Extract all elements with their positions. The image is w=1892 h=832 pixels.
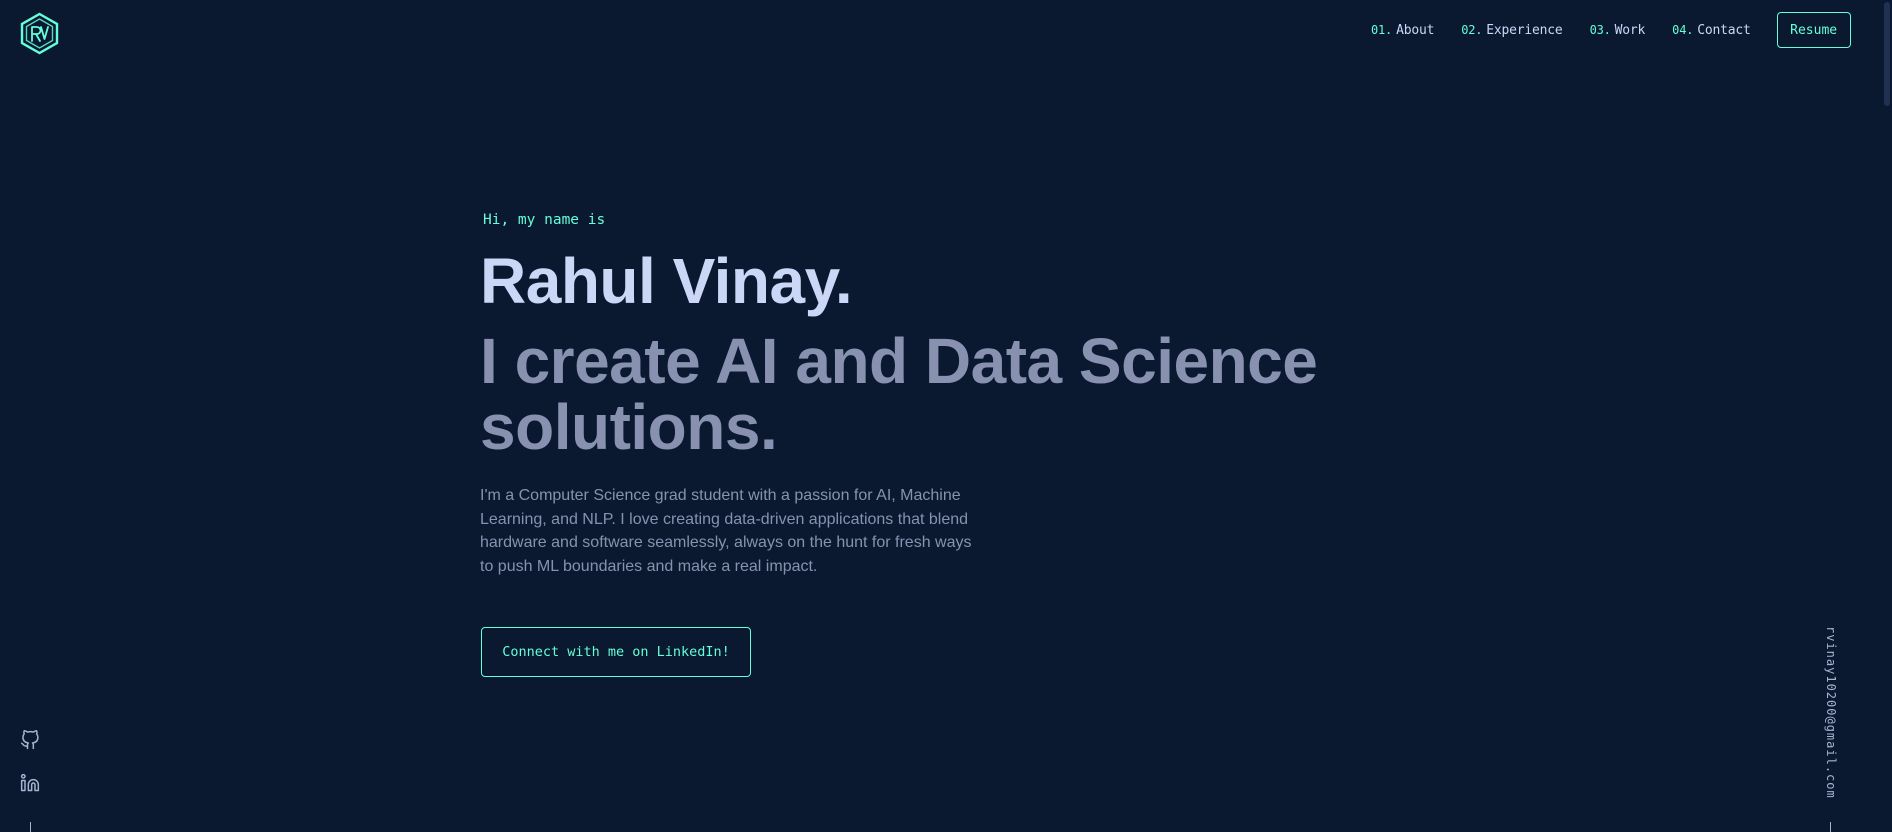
nav-about-label: About	[1396, 22, 1435, 38]
logo-icon[interactable]	[19, 12, 60, 55]
nav-experience-label: Experience	[1486, 22, 1563, 38]
scrollbar-thumb[interactable]	[1884, 2, 1890, 106]
hero-bio: I'm a Computer Science grad student with…	[480, 487, 972, 575]
nav-about-number: 01.	[1371, 22, 1393, 37]
nav-experience[interactable]: 02. Experience	[1461, 22, 1563, 38]
linkedin-icon[interactable]	[20, 773, 40, 793]
hero-name: Rahul Vinay.	[480, 245, 853, 317]
email-divider-line	[1830, 822, 1831, 832]
nav-about[interactable]: 01. About	[1371, 23, 1434, 38]
hero-greeting: Hi, my name is	[483, 212, 606, 228]
nav-work[interactable]: 03. Work	[1590, 23, 1646, 38]
nav-contact[interactable]: 04. Contact	[1672, 22, 1751, 38]
social-divider-line	[30, 822, 31, 832]
github-icon[interactable]	[20, 730, 40, 750]
main-nav: 01. About 02. Experience 03. Work 04. Contac…	[1371, 0, 1851, 60]
nav-contact-number: 04.	[1672, 22, 1694, 37]
page-scrollbar[interactable]	[1882, 0, 1892, 827]
resume-button[interactable]: Resume	[1776, 12, 1851, 48]
nav-work-label: Work	[1614, 22, 1646, 38]
nav-work-number: 03.	[1589, 22, 1611, 37]
email-link[interactable]: rvinay10200@gmail.com	[1824, 626, 1838, 799]
linkedin-connect-button[interactable]: Connect with me on LinkedIn!	[481, 627, 751, 677]
site-header: 01. About 02. Experience 03. Work 04. Contac…	[0, 0, 1892, 64]
hero-tagline: I create AI and Data Science solutions.	[480, 325, 1318, 463]
nav-contact-label: Contact	[1697, 22, 1751, 38]
nav-experience-number: 02.	[1461, 22, 1483, 37]
email-rail: rvinay10200@gmail.com	[1820, 620, 1844, 800]
